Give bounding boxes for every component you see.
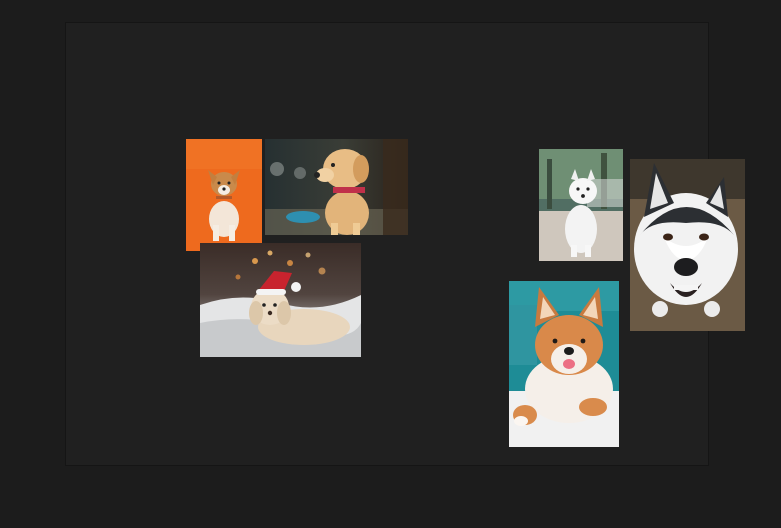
golden-retriever-photo-image [265,139,408,235]
photo-canvas[interactable] [65,22,745,466]
photo-shiba-inu[interactable] [509,281,619,447]
photo-golden-retriever[interactable] [265,139,408,235]
workspace [0,0,781,528]
photo-poodle-santa-hat[interactable] [200,243,361,357]
photo-white-spitz[interactable] [539,149,623,261]
shiba-inu-photo-image [509,281,619,447]
poodle-photo-image [200,243,361,357]
photo-corgi-orange[interactable] [186,139,262,251]
photo-husky[interactable] [630,159,745,331]
white-spitz-photo-image [539,149,623,261]
husky-photo-image [630,159,745,331]
corgi-photo-image [186,139,262,251]
